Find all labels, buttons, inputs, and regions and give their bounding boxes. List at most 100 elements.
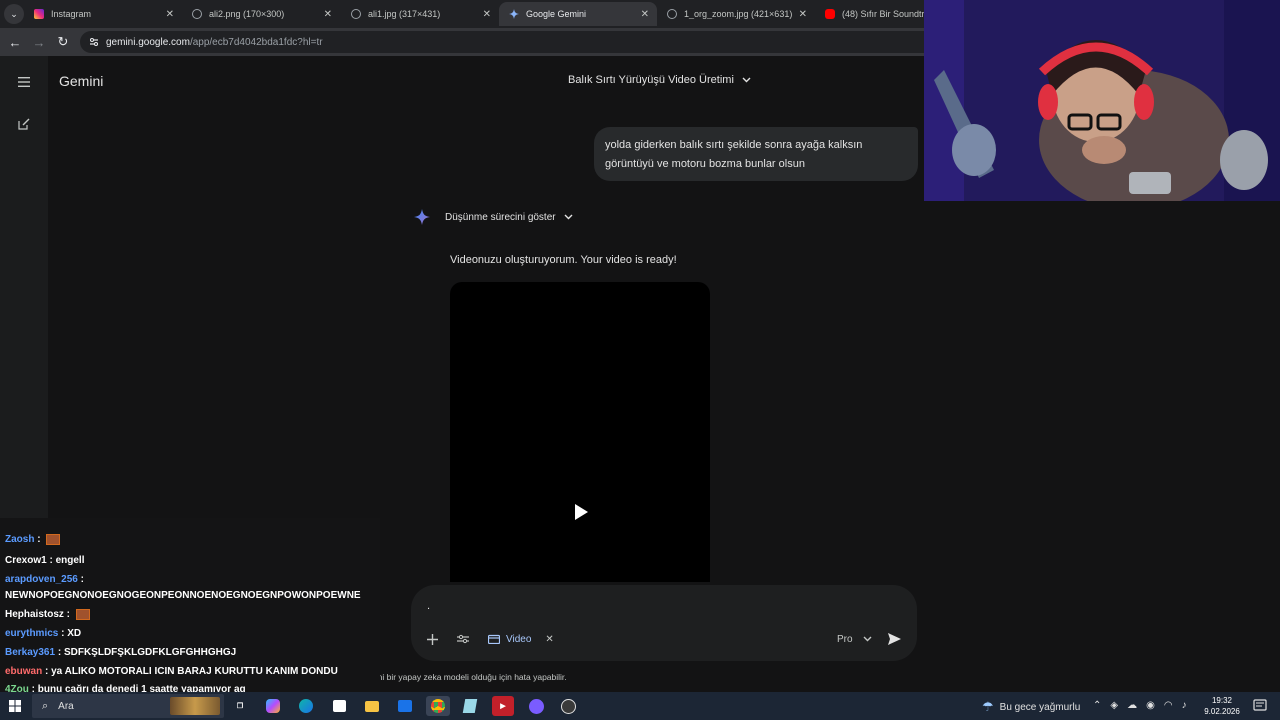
chat-text: SDFKŞLDFŞKLGDFKLGFGHHGHGJ: [63, 647, 237, 658]
windows-start-icon[interactable]: [9, 700, 21, 712]
edge-app[interactable]: [296, 696, 316, 716]
store-icon: [332, 700, 346, 712]
taskbar-search[interactable]: ⌕ Ara: [32, 694, 224, 718]
tab-youtube[interactable]: (48) Sıfır Bir Soundtrack: [815, 2, 924, 26]
close-icon[interactable]: ✕: [545, 634, 553, 645]
app-tray-icon[interactable]: ◉: [1146, 700, 1155, 711]
task-view-icon: ❐: [236, 703, 244, 710]
model-label: Pro: [837, 633, 853, 645]
volume-icon[interactable]: ♪: [1182, 700, 1187, 711]
stream-background: [924, 201, 1280, 692]
chat-text: NEWNOPOEGNONOEGNOGEONPEONNOENOEGNOEGNPOW…: [5, 590, 361, 601]
conversation-title-text: Balık Sırtı Yürüyüşü Video Üretimi: [568, 74, 734, 86]
webcam-image: [924, 0, 1280, 201]
chat-username: 4Zou: [5, 684, 29, 692]
taskbar-clock[interactable]: 19:32 9.02.2026: [1200, 695, 1244, 717]
url-path: /app/ecb7d4042bda1fdc?hl=tr: [189, 36, 323, 48]
chevron-up-icon[interactable]: ⌃: [1093, 700, 1101, 711]
outlook-app[interactable]: [395, 696, 415, 716]
chevron-down-icon: [742, 77, 751, 83]
conversation-title[interactable]: Balık Sırtı Yürüyüşü Video Üretimi: [568, 74, 751, 86]
copilot-app[interactable]: [263, 696, 283, 716]
chat-username: Berkay361: [5, 647, 56, 658]
stream-app-icon: ▶: [500, 703, 506, 710]
task-view-button[interactable]: ❐: [230, 696, 250, 716]
instagram-icon: [34, 9, 44, 19]
close-icon[interactable]: ✕: [166, 9, 174, 20]
notification-icon[interactable]: [1253, 699, 1267, 713]
globe-icon: [192, 9, 202, 19]
cloud-icon[interactable]: ☁: [1127, 700, 1137, 711]
stream-chat-overlay: Zaosh : Crexow1 : engell arapdoven_256 :…: [0, 518, 380, 692]
tab-instagram[interactable]: Instagram ✕: [24, 2, 182, 26]
search-placeholder: Ara: [58, 700, 74, 712]
emote-icon: [75, 609, 90, 620]
arrow-left-icon: ←: [8, 34, 22, 50]
tab-search-button[interactable]: ⌄: [4, 4, 24, 24]
copilot-icon: [266, 699, 280, 713]
chat-username: Zaosh: [5, 534, 35, 546]
tab-google-gemini[interactable]: Google Gemini ✕: [499, 2, 657, 26]
address-bar[interactable]: gemini.google.com/app/ecb7d4042bda1fdc?h…: [80, 31, 924, 53]
send-button[interactable]: [888, 630, 901, 648]
video-clapper-icon: [488, 634, 500, 644]
stream-app[interactable]: ▶: [492, 696, 514, 716]
new-chat-button[interactable]: [14, 114, 34, 134]
prompt-input[interactable]: [427, 597, 897, 615]
weather-widget[interactable]: ☂ Bu gece yağmurlu: [982, 699, 1080, 715]
tab-image-ali2[interactable]: ali2.png (170×300) ✕: [182, 2, 340, 26]
chat-message: arapdoven_256 :: [5, 574, 84, 585]
disclaimer-text: Gemini bir yapay zeka modeli olduğu için…: [357, 672, 567, 682]
close-icon[interactable]: ✕: [324, 9, 332, 20]
chat-text: XD: [67, 628, 82, 639]
mail-icon: [398, 700, 412, 712]
model-picker[interactable]: Pro: [837, 630, 872, 648]
chat-message: eurythmics : XD: [5, 628, 82, 639]
globe-icon: [351, 9, 361, 19]
discord-like-app[interactable]: [526, 696, 546, 716]
close-icon[interactable]: ✕: [799, 9, 807, 20]
search-icon: ⌕: [42, 699, 49, 712]
tab-title: (48) Sıfır Bir Soundtrack: [842, 9, 924, 19]
plus-icon: [427, 633, 438, 645]
folder-icon: [365, 700, 379, 712]
youtube-icon: [825, 9, 835, 19]
add-attachment-button[interactable]: [427, 630, 438, 648]
chrome-app[interactable]: [426, 696, 450, 716]
steam-icon[interactable]: ◈: [1110, 700, 1118, 711]
forward-button[interactable]: →: [30, 33, 48, 51]
gemini-brand[interactable]: Gemini: [59, 73, 103, 89]
wifi-icon[interactable]: ◠: [1164, 700, 1173, 711]
tools-button[interactable]: [457, 630, 469, 648]
reload-button[interactable]: ↻: [54, 33, 72, 51]
globe-icon: [667, 9, 677, 19]
emote-icon: [46, 534, 61, 545]
tab-image-ali1[interactable]: ali1.jpg (317×431) ✕: [341, 2, 499, 26]
obs-app[interactable]: [558, 696, 578, 716]
play-icon[interactable]: [573, 503, 589, 521]
file-explorer-app[interactable]: [362, 696, 382, 716]
back-button[interactable]: ←: [6, 33, 24, 51]
streamer-webcam: [924, 0, 1280, 201]
chevron-down-icon: [863, 636, 872, 642]
tab-title: Google Gemini: [526, 9, 587, 19]
thinking-label: Düşünme sürecini göster: [445, 211, 556, 223]
store-app[interactable]: [329, 696, 349, 716]
tab-image-zoom[interactable]: 1_org_zoom.jpg (421×631) ✕: [657, 2, 815, 26]
hamburger-menu-icon: [18, 77, 30, 87]
chat-message: ebuwan : ya ALIKO MOTORALI ICIN BARAJ KU…: [5, 666, 338, 677]
close-icon[interactable]: ✕: [483, 9, 491, 20]
site-info-icon[interactable]: [88, 36, 100, 48]
notes-app[interactable]: [460, 696, 480, 716]
chat-message-continuation: NEWNOPOEGNONOEGNOGEONPEONNOENOEGNOEGNPOW…: [5, 590, 361, 601]
menu-button[interactable]: [14, 72, 34, 92]
chrome-icon: [431, 699, 445, 713]
generated-video-player[interactable]: [450, 282, 710, 582]
show-thinking-toggle[interactable]: Düşünme sürecini göster: [414, 209, 573, 225]
rain-cloud-icon: ☂: [982, 699, 994, 714]
close-icon[interactable]: ✕: [641, 9, 649, 20]
sliders-icon: [457, 634, 469, 644]
chevron-down-icon: [564, 214, 573, 220]
video-tool-chip[interactable]: Video ✕: [488, 630, 554, 648]
reload-icon: ↻: [57, 34, 69, 49]
